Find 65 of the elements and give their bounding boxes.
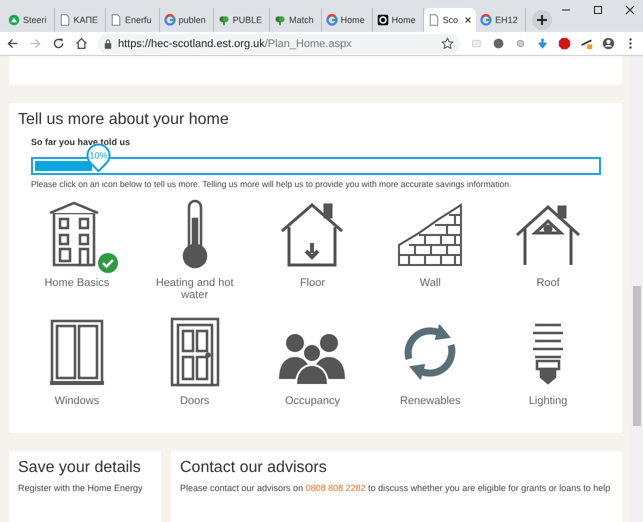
download-arrow-icon[interactable] [536,37,549,50]
close-icon[interactable] [625,5,635,15]
card-text: Register with the Home Energy [18,483,144,493]
home-icon[interactable] [75,37,88,50]
browser-tab[interactable]: KAΠE [54,8,106,32]
profile-icon[interactable] [602,37,615,50]
favicon-icon [376,14,389,26]
close-icon[interactable] [464,16,472,24]
category-tile[interactable]: Roof [489,199,607,303]
instruction-text: Please click on an icon below to tell us more. Telling us more will help us to provide you with more accurate savings information. [31,179,512,189]
category-tile[interactable]: Renewables [371,317,490,421]
reload-icon[interactable] [52,37,65,50]
category-tile[interactable]: Home Basics [18,199,136,303]
card-title: Save your details [18,459,142,477]
category-tile[interactable]: Doors [136,317,254,421]
browser-tab[interactable]: Home [372,8,424,32]
progress-label: So far you have told us [31,137,132,147]
category-tile[interactable]: Floor [254,199,372,303]
url-text: https://hec-scotland.est.org.uk/Plan_Home.aspx [118,38,353,50]
tab-title: Steeri [23,15,48,25]
tab-title: PUBLE [232,15,264,25]
browser-tab[interactable]: Match [270,8,322,32]
browser-tab[interactable]: Steeri [4,8,55,32]
favicon-icon [8,14,20,26]
section-title: Tell us more about your home [18,111,230,129]
favicon-icon [58,14,71,26]
address-bar[interactable]: https://hec-scotland.est.org.uk/Plan_Home.aspx [98,34,460,54]
category-tile[interactable]: Windows [18,317,136,421]
browser-tab[interactable]: Sco [424,8,476,32]
browser-tab[interactable]: EH12 [476,8,526,32]
favicon-icon [480,14,492,26]
favicon-icon [218,14,230,26]
scrollbar[interactable] [631,56,643,522]
back-icon[interactable] [6,37,19,50]
category-tile[interactable]: Heating and hot water [136,199,254,303]
lock-icon [104,38,112,48]
tab-title: KAΠE [74,15,100,25]
tab-title: Home [392,15,417,25]
favicon-icon [326,14,338,26]
category-tile[interactable]: Wall [371,199,490,303]
tab-title: publen [178,15,207,25]
tab-title: Home [340,15,366,25]
tab-title: Sco [442,15,460,25]
category-tile[interactable]: Occupancy [254,317,372,421]
adblock-icon[interactable] [558,37,571,50]
tab-title: Enerfu [125,15,153,25]
browser-tab[interactable]: publen [160,8,214,32]
new-tab-button[interactable] [532,10,552,30]
browser-tab[interactable]: PUBLE [214,8,270,32]
browser-tab[interactable]: Home [322,8,373,32]
bookmark-star-icon[interactable] [441,37,454,50]
browser-tab[interactable]: Enerfu [106,8,160,32]
category-tile[interactable]: Lighting [489,317,607,421]
favicon-icon [274,14,286,26]
tab-title: EH12 [495,15,519,25]
card-text: Please contact our advisors on 0808 808 2282 to discuss whether you are eligible for grants or loans to help [180,483,612,493]
plus-icon [536,14,548,26]
tab-title: Match [289,15,315,25]
favicon-icon [164,14,176,26]
card-title: Contact our advisors [180,459,328,477]
extension-icon[interactable] [580,37,593,50]
favicon-icon [110,14,122,26]
maximize-icon[interactable] [593,5,603,15]
extension-icon[interactable] [492,37,505,50]
favicon-icon [428,14,440,26]
